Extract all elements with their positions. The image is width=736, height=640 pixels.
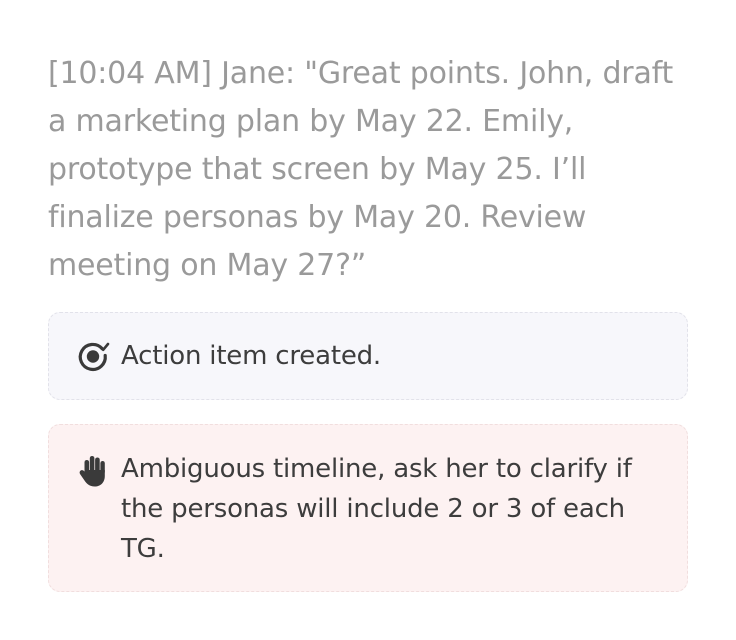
content-area: [10:04 AM] Jane: "Great points. John, dr… bbox=[0, 0, 736, 640]
action-item-card: Action item created. bbox=[48, 312, 688, 400]
clarification-card: Ambiguous timeline, ask her to clarify i… bbox=[48, 424, 688, 592]
action-item-label: Action item created. bbox=[121, 341, 381, 371]
target-check-icon bbox=[75, 338, 111, 374]
transcript-message: [10:04 AM] Jane: "Great points. John, dr… bbox=[48, 56, 674, 283]
raised-hand-icon bbox=[75, 453, 111, 489]
clarification-label: Ambiguous timeline, ask her to clarify i… bbox=[121, 454, 632, 564]
